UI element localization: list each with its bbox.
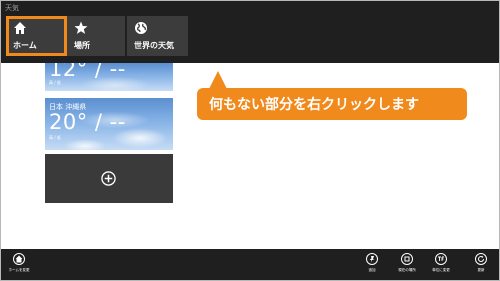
units-icon [438, 256, 444, 261]
weather-app-window: 天気 ホーム 場所 世界の天気 12° / -- 高 / 低 日本 沖縄県 20… [0, 0, 500, 281]
location-icon [404, 256, 410, 262]
current-location-label: 現在の場所 [398, 268, 416, 272]
refresh-button[interactable]: 更新 [466, 253, 496, 273]
nav-tile-home[interactable]: ホーム [6, 16, 67, 56]
pin-icon [369, 256, 375, 263]
refresh-icon [478, 255, 484, 262]
nav-tile-world-weather[interactable]: 世界の天気 [127, 16, 188, 56]
star-icon [74, 21, 88, 34]
weather-tile[interactable]: 12° / -- 高 / 低 [45, 63, 173, 91]
weather-tile-temperature: 20° / -- [49, 110, 126, 134]
weather-tile-okinawa[interactable]: 日本 沖縄県 20° / -- 高 / 低 [45, 98, 173, 150]
weather-tile-hilo: 高 / 低 [49, 80, 61, 85]
change-home-button[interactable]: ホームを変更 [4, 253, 34, 273]
nav-tile-places[interactable]: 場所 [67, 16, 125, 56]
current-location-button[interactable]: 現在の場所 [392, 253, 422, 273]
change-units-label: 単位に変更 [432, 268, 450, 272]
nav-tile-places-label: 場所 [74, 41, 90, 50]
bottom-app-bar: ホームを変更 追加 現在の場所 単位に変更 更新 [1, 249, 499, 280]
top-nav-bar: 天気 ホーム 場所 世界の天気 [1, 1, 499, 63]
add-location-tile[interactable] [45, 154, 173, 203]
weather-tile-temperature: 12° / -- [49, 63, 126, 81]
app-title: 天気 [5, 4, 19, 12]
instruction-callout-text: 何もない部分を右クリックします [209, 97, 419, 113]
nav-tile-world-weather-label: 世界の天気 [134, 41, 174, 50]
weather-tile-hilo: 高 / 低 [49, 135, 61, 140]
refresh-label: 更新 [477, 268, 485, 272]
add-circle-icon [101, 171, 116, 186]
instruction-callout: 何もない部分を右クリックします [197, 88, 467, 120]
change-home-label: ホームを変更 [8, 268, 30, 272]
change-units-button[interactable]: 単位に変更 [426, 253, 456, 273]
home-change-icon [15, 255, 23, 263]
add-label: 追加 [368, 268, 376, 272]
add-button[interactable]: 追加 [357, 253, 387, 273]
nav-tile-home-label: ホーム [13, 41, 37, 50]
globe-icon [135, 22, 147, 34]
callout-tail [209, 71, 227, 89]
home-icon [14, 22, 26, 34]
